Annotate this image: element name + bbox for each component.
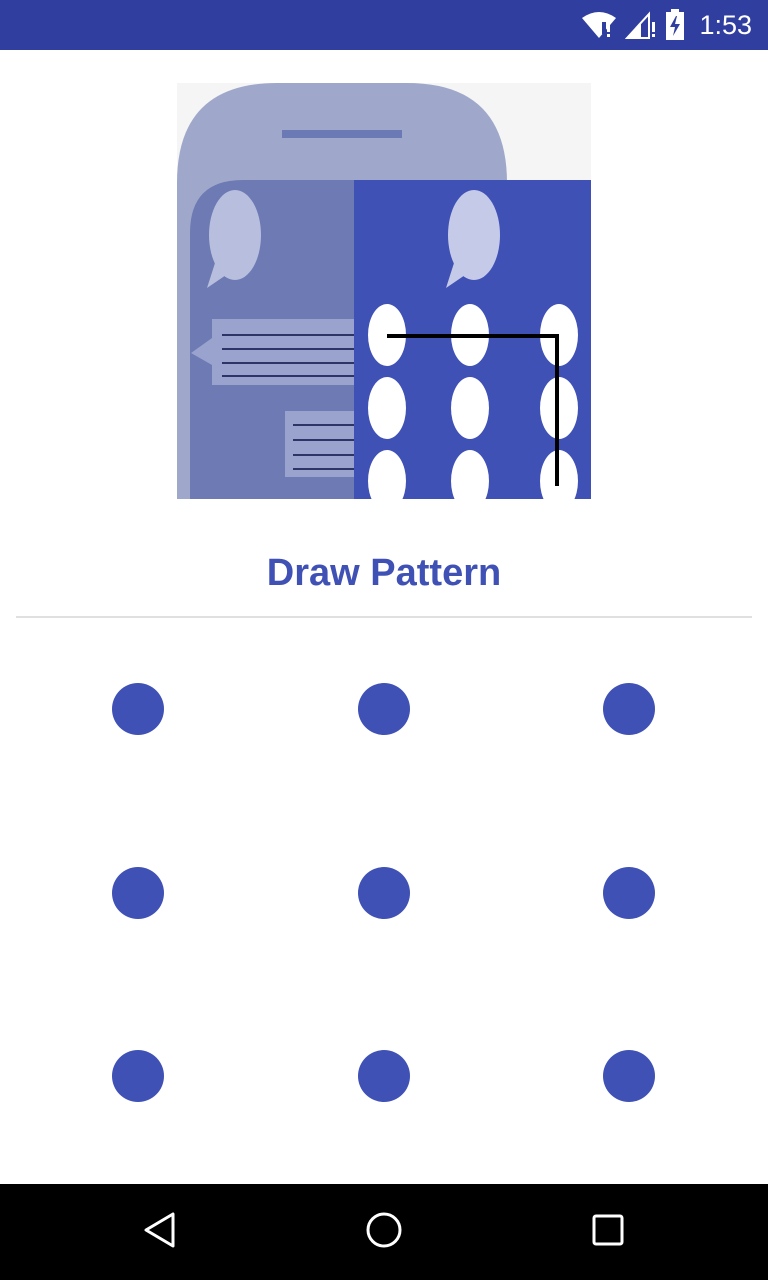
status-time: 1:53 bbox=[699, 9, 752, 40]
pattern-lock-grid[interactable] bbox=[0, 620, 768, 1180]
back-button[interactable] bbox=[136, 1208, 184, 1256]
status-bar: 1:53 bbox=[0, 0, 768, 50]
title-divider bbox=[16, 616, 752, 618]
status-icons: 1:53 bbox=[581, 0, 752, 50]
pattern-dot-3[interactable] bbox=[603, 683, 655, 735]
pattern-dot-4[interactable] bbox=[112, 867, 164, 919]
wifi-icon bbox=[581, 10, 617, 40]
home-button[interactable] bbox=[360, 1208, 408, 1256]
recents-button[interactable] bbox=[584, 1208, 632, 1256]
pattern-dot-7[interactable] bbox=[112, 1050, 164, 1102]
pattern-dot-1[interactable] bbox=[112, 683, 164, 735]
home-icon bbox=[364, 1210, 404, 1255]
pattern-dot-8[interactable] bbox=[358, 1050, 410, 1102]
pattern-dot-5[interactable] bbox=[358, 867, 410, 919]
pattern-dot-2[interactable] bbox=[358, 683, 410, 735]
navigation-bar bbox=[0, 1184, 768, 1280]
phone-pattern-lock-illustration bbox=[177, 83, 591, 512]
pattern-dot-9[interactable] bbox=[603, 1050, 655, 1102]
signal-icon bbox=[625, 10, 657, 40]
back-icon bbox=[140, 1210, 180, 1255]
recents-icon bbox=[588, 1210, 628, 1255]
battery-icon bbox=[665, 9, 685, 41]
pattern-dot-6[interactable] bbox=[603, 867, 655, 919]
page-title: Draw Pattern bbox=[266, 552, 502, 594]
